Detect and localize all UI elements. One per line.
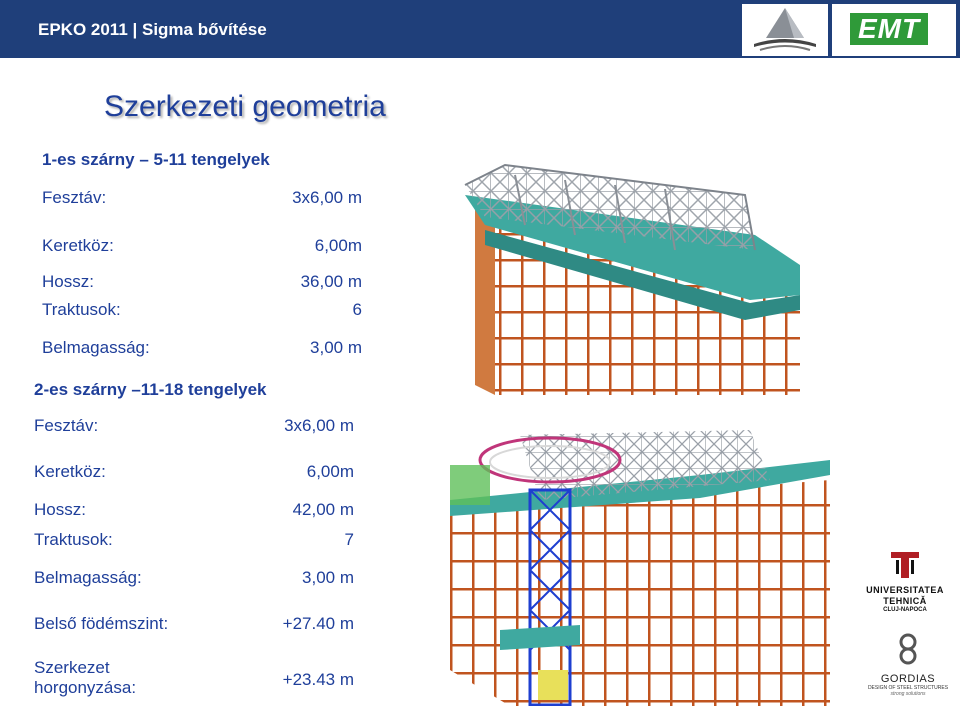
emt-logo-text: EMT — [850, 13, 929, 45]
section2-label-bay: Keretköz: — [34, 462, 106, 481]
section2-label-floor-level: Belső födémszint: — [34, 614, 169, 633]
section1-label-span: Fesztáv: — [42, 188, 107, 207]
section1-value-bay: 6,00m — [314, 236, 362, 255]
section1-value-length: 36,00 m — [300, 272, 362, 291]
gordias-name: GORDIAS — [880, 673, 936, 685]
university-emblem-icon — [891, 552, 919, 578]
section2-value-tracts: 7 — [344, 530, 354, 549]
section2-value-anchorage: +23.43 m — [282, 670, 354, 689]
section2-label-anchorage: Szerkezet horgonyzása: — [34, 658, 137, 697]
section1-value-tracts: 6 — [352, 300, 362, 319]
section1-value-height: 3,00 m — [310, 338, 362, 357]
university-city: CLUJ-NAPOCA — [883, 607, 927, 613]
header-bar: EPKO 2011 | Sigma bővítése EMT — [0, 0, 960, 58]
structure-model-wing1-image — [455, 155, 800, 395]
section2-title: 2-es szárny –11-18 tengelyek — [34, 380, 267, 399]
section1-title: 1-es szárny – 5-11 tengelyek — [42, 150, 270, 169]
section2-label-length: Hossz: — [34, 500, 86, 519]
section2-label-span: Fesztáv: — [34, 416, 99, 435]
pyramid-logo-icon — [742, 4, 828, 56]
section2-label-height: Belmagasság: — [34, 568, 142, 587]
section2-value-length: 42,00 m — [292, 500, 354, 519]
section2-label-tracts: Traktusok: — [34, 530, 113, 549]
section2-value-height: 3,00 m — [302, 568, 354, 587]
gordias-logo: GORDIAS DESIGN OF STEEL STRUCTURES stron… — [862, 632, 954, 706]
university-name-line1: UNIVERSITATEA — [866, 585, 944, 595]
section1-value-span: 3x6,00 m — [292, 188, 362, 207]
slide-title: Szerkezeti geometria — [104, 90, 386, 123]
structure-model-wing2-image — [450, 420, 830, 707]
university-name-line2: TEHNICĂ — [883, 596, 927, 606]
section1-label-length: Hossz: — [42, 272, 94, 291]
emt-logo-icon: EMT — [832, 4, 956, 56]
section1-label-tracts: Traktusok: — [42, 300, 121, 319]
gordias-tagline: strong solutions — [890, 691, 926, 697]
gordias-knot-icon — [899, 633, 917, 665]
section2-value-bay: 6,00m — [306, 462, 354, 481]
section2-value-floor-level: +27.40 m — [282, 614, 354, 633]
university-logo: UNIVERSITATEA TEHNICĂ CLUJ-NAPOCA — [860, 550, 950, 614]
section2-value-span: 3x6,00 m — [284, 416, 354, 435]
presentation-title: EPKO 2011 | Sigma bővítése — [38, 20, 267, 39]
section1-label-bay: Keretköz: — [42, 236, 114, 255]
section1-label-height: Belmagasság: — [42, 338, 150, 357]
